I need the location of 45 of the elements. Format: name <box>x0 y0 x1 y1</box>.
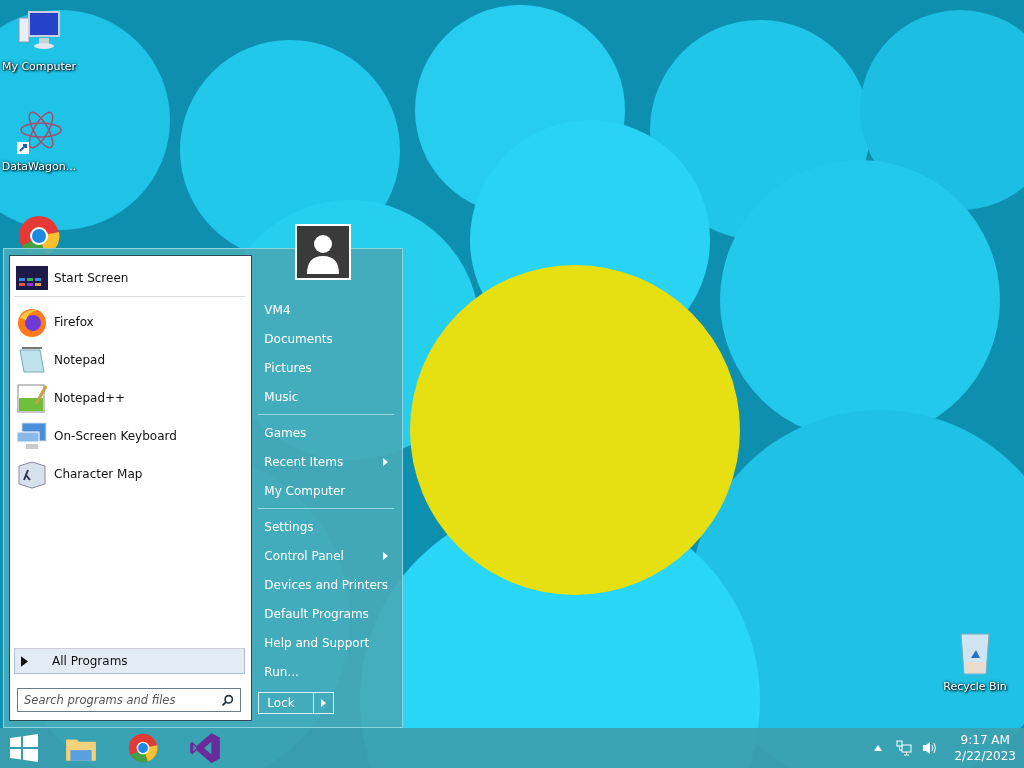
search-field[interactable]: Search programs and files <box>17 688 242 712</box>
firefox-icon <box>16 306 48 338</box>
network-icon[interactable] <box>896 740 913 756</box>
search-icon <box>221 693 235 707</box>
menu-item[interactable]: Control Panel <box>258 541 396 570</box>
program-item[interactable]: On-Screen Keyboard <box>14 417 246 455</box>
program-item[interactable]: Notepad <box>14 341 246 379</box>
expand-arrow-icon <box>21 655 28 667</box>
menu-item[interactable]: Settings <box>258 512 396 541</box>
icon-label: DataWagon... <box>1 160 77 173</box>
menu-item[interactable]: Games <box>258 418 396 447</box>
all-programs-button[interactable]: All Programs <box>14 648 246 674</box>
menu-item[interactable]: Help and Support <box>258 628 396 657</box>
lock-button[interactable]: Lock <box>258 692 315 714</box>
start-screen-icon <box>16 266 48 290</box>
caret-icon <box>321 699 327 707</box>
chrome-icon[interactable] <box>126 731 160 765</box>
menu-item[interactable]: Recent Items <box>258 447 396 476</box>
clock-date: 2/22/2023 <box>954 748 1016 764</box>
menu-item[interactable]: Run... <box>258 657 396 686</box>
menu-item[interactable]: Documents <box>258 324 396 353</box>
keyboard-icon <box>16 420 48 452</box>
user-avatar-icon[interactable] <box>295 224 352 280</box>
program-item[interactable]: Firefox <box>14 303 246 341</box>
program-item[interactable]: Character Map <box>14 455 246 493</box>
notepad-plus-icon <box>16 382 48 414</box>
menu-item[interactable]: Devices and Printers <box>258 570 396 599</box>
clock-time: 9:17 AM <box>960 732 1010 748</box>
show-hidden-icons-button[interactable] <box>874 745 883 751</box>
icon-label: My Computer <box>1 60 77 73</box>
volume-icon[interactable] <box>922 740 939 756</box>
character-map-icon <box>16 458 48 490</box>
menu-item[interactable]: Music <box>258 382 396 411</box>
notepad-icon <box>16 344 48 376</box>
menu-item[interactable]: Pictures <box>258 353 396 382</box>
program-item[interactable]: Start Screen <box>14 260 246 297</box>
menu-item[interactable]: Default Programs <box>258 599 396 628</box>
visual-studio-icon[interactable] <box>188 731 222 765</box>
program-item[interactable]: Notepad++ <box>14 379 246 417</box>
windows-logo-icon[interactable] <box>10 734 38 762</box>
menu-item[interactable]: My Computer <box>258 476 396 505</box>
clock[interactable]: 9:17 AM 2/22/2023 <box>954 732 1016 764</box>
icon-label: Recycle Bin <box>943 680 1007 693</box>
menu-item[interactable]: VM4 <box>258 295 396 324</box>
lock-options-button[interactable] <box>314 692 335 714</box>
